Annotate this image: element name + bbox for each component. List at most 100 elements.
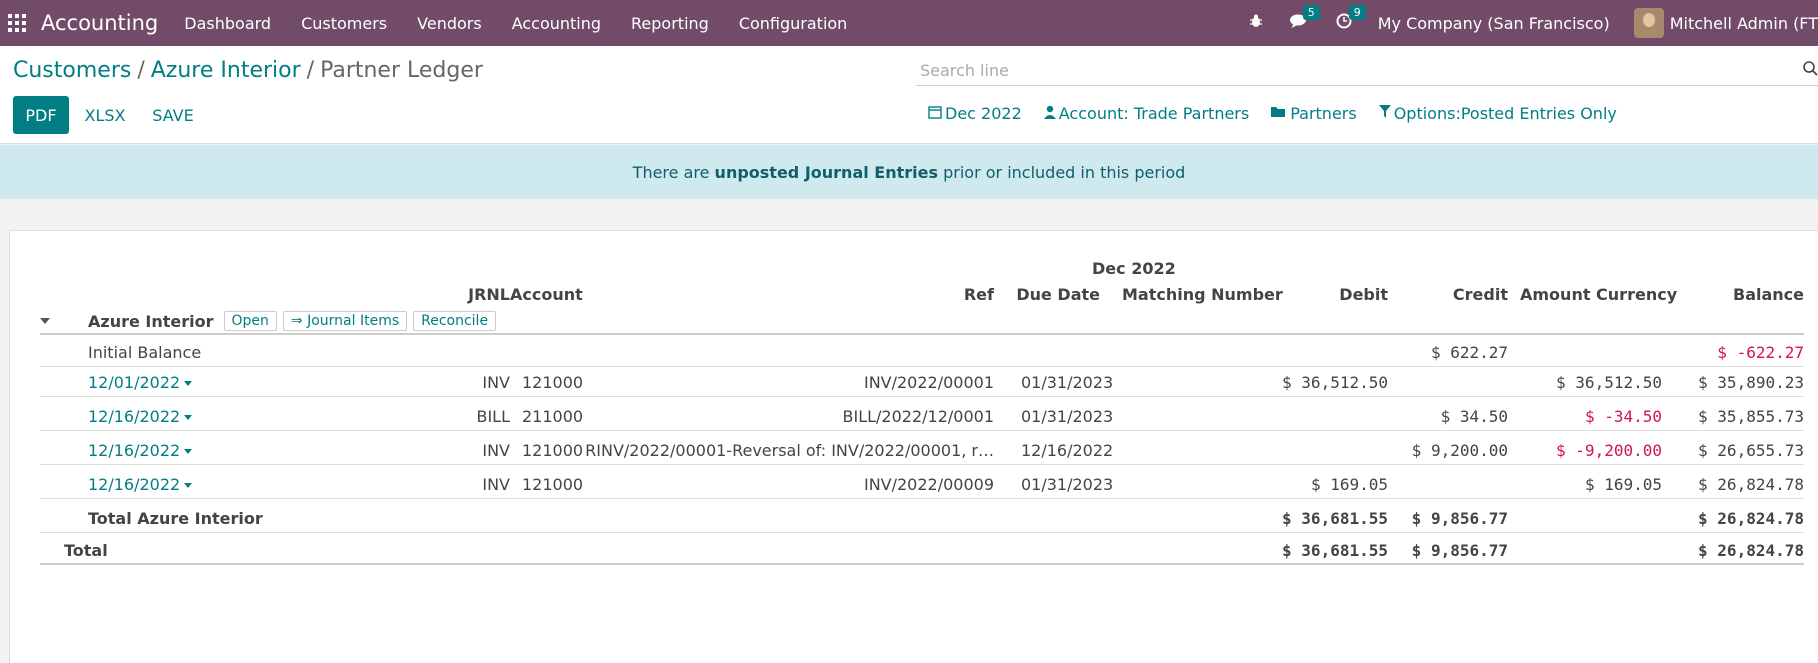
grand-total-row: Total $ 36,681.55 $ 9,856.77 $ 26,824.78 [40,535,1804,565]
line-date: 12/16/2022 [88,441,181,460]
line-amount-currency: $ -34.50 [1584,407,1662,426]
reconcile-button[interactable]: Reconcile [413,311,497,331]
caret-down-icon [184,415,193,420]
col-due-date: Due Date [1016,285,1100,304]
line-credit: $ 9,200.00 [1411,441,1508,460]
alert-suffix: prior or included in this period [938,162,1186,182]
alert-link[interactable]: unposted Journal Entries [715,163,938,182]
xlsx-button[interactable]: XLSX [80,96,130,134]
partner-total-balance: $ 26,824.78 [1698,509,1804,528]
line-date-menu[interactable]: 12/16/2022 [88,441,193,460]
date-filter[interactable]: Dec 2022 [928,104,1022,123]
partners-filter-label: Partners [1290,104,1357,123]
line-balance: $ 35,890.23 [1698,373,1804,392]
initial-balance-credit: $ 622.27 [1430,343,1508,362]
line-date: 12/16/2022 [88,407,181,426]
col-balance: Balance [1733,285,1804,304]
open-partner-button[interactable]: Open [223,311,277,331]
report-sheet: Dec 2022 JRNL Account Ref Due Date Match… [9,230,1818,663]
line-due-date: 01/31/2023 [1021,407,1114,426]
line-date-menu[interactable]: 12/16/2022 [88,475,193,494]
search-bar [916,56,1818,86]
activities-clock-icon[interactable]: 9 [1336,5,1366,33]
line-due-date: 12/16/2022 [1021,441,1114,460]
partners-filter[interactable]: Partners [1271,104,1357,123]
line-date-menu[interactable]: 12/16/2022 [88,407,193,426]
search-input[interactable] [916,56,1776,84]
app-title[interactable]: Accounting [41,11,158,35]
breadcrumb-separator: / [137,58,145,83]
pdf-button[interactable]: PDF [13,96,69,134]
initial-balance-row: Initial Balance $ 622.27 $ -622.27 [40,337,1804,367]
line-due-date: 01/31/2023 [1021,475,1114,494]
user-avatar[interactable] [1633,8,1664,38]
table-row: 12/16/2022 BILL 211000 BILL/2022/12/0001… [40,401,1804,431]
col-amount-currency: Amount Currency [1520,285,1678,304]
menu-accounting[interactable]: Accounting [512,14,601,33]
calendar-icon [928,105,942,123]
folder-open-icon [1271,105,1287,122]
account-filter-label: Account: Trade Partners [1058,104,1250,123]
messages-chat-icon[interactable]: 5 [1289,5,1320,33]
caret-down-icon [184,381,193,386]
breadcrumb-customers[interactable]: Customers [13,58,131,83]
journal-items-button[interactable]: ⇒ Journal Items [282,311,408,331]
line-date-menu[interactable]: 12/01/2022 [88,373,193,392]
col-account: Account [510,285,583,304]
line-jrnl: BILL [476,407,510,426]
save-button[interactable]: SAVE [150,96,196,134]
unposted-entries-alert: There are unposted Journal Entries prior… [0,145,1818,199]
line-jrnl: INV [482,373,510,392]
date-filter-label: Dec 2022 [945,104,1022,123]
line-jrnl: INV [482,441,510,460]
alert-prefix: There are [632,162,715,182]
breadcrumb-azure-interior[interactable]: Azure Interior [151,58,301,83]
collapse-caret-icon[interactable] [40,318,50,324]
partner-total-label: Total Azure Interior [88,509,263,528]
line-ref: INV/2022/00001 [863,373,994,392]
line-date: 12/01/2022 [88,373,181,392]
menu-reporting[interactable]: Reporting [631,14,709,33]
line-due-date: 01/31/2023 [1021,373,1114,392]
col-ref: Ref [963,285,994,304]
company-switcher[interactable]: My Company (San Francisco) [1378,14,1610,33]
breadcrumb: Customers / Azure Interior / Partner Ledger [13,58,483,83]
line-ref: INV/2022/00009 [863,475,994,494]
control-panel: Customers / Azure Interior / Partner Ledger … [0,46,1818,144]
account-filter[interactable]: Account: Trade Partners [1043,104,1250,123]
line-balance: $ 26,824.78 [1698,475,1804,494]
partner-total-row: Total Azure Interior $ 36,681.55 $ 9,856… [40,503,1804,533]
menu-dashboard[interactable]: Dashboard [184,14,271,33]
partner-group-row: Azure Interior Open ⇒ Journal Items Reco… [40,309,1804,335]
options-filter-label: Options:Posted Entries Only [1393,104,1617,123]
line-jrnl: INV [482,475,510,494]
grand-total-debit: $ 36,681.55 [1282,541,1388,560]
options-filter[interactable]: Options:Posted Entries Only [1378,104,1617,123]
table-row: 12/16/2022 INV 121000 RINV/2022/00001-Re… [40,435,1804,465]
col-debit: Debit [1339,285,1388,304]
breadcrumb-separator: / [306,58,315,83]
line-debit: $ 36,512.50 [1282,373,1388,392]
menu-customers[interactable]: Customers [301,14,387,33]
line-debit: $ 169.05 [1310,475,1388,494]
apps-menu-icon[interactable] [8,14,26,32]
partner-name: Azure Interior [88,311,214,331]
line-amount-currency: $ 36,512.50 [1556,373,1662,392]
report-filters: Dec 2022 Account: Trade Partners Partner… [928,104,1617,123]
line-ref: RINV/2022/00001-Reversal of: INV/2022/00… [585,441,994,460]
menu-configuration[interactable]: Configuration [739,14,848,33]
debug-bug-icon[interactable] [1248,13,1264,33]
menu-vendors[interactable]: Vendors [417,14,482,33]
search-icon[interactable] [1802,60,1818,76]
user-menu[interactable]: Mitchell Admin (FT [1670,14,1818,33]
line-balance: $ 35,855.73 [1698,407,1804,426]
user-icon [1043,105,1056,123]
line-account: 211000 [522,407,584,426]
partner-total-debit: $ 36,681.55 [1282,509,1388,528]
line-date: 12/16/2022 [88,475,181,494]
table-row: 12/01/2022 INV 121000 INV/2022/00001 01/… [40,367,1804,397]
line-amount-currency: $ 169.05 [1584,475,1662,494]
grand-total-credit: $ 9,856.77 [1411,541,1508,560]
activities-count-badge: 9 [1348,5,1366,20]
top-navbar: Accounting Dashboard Customers Vendors A… [0,0,1818,46]
